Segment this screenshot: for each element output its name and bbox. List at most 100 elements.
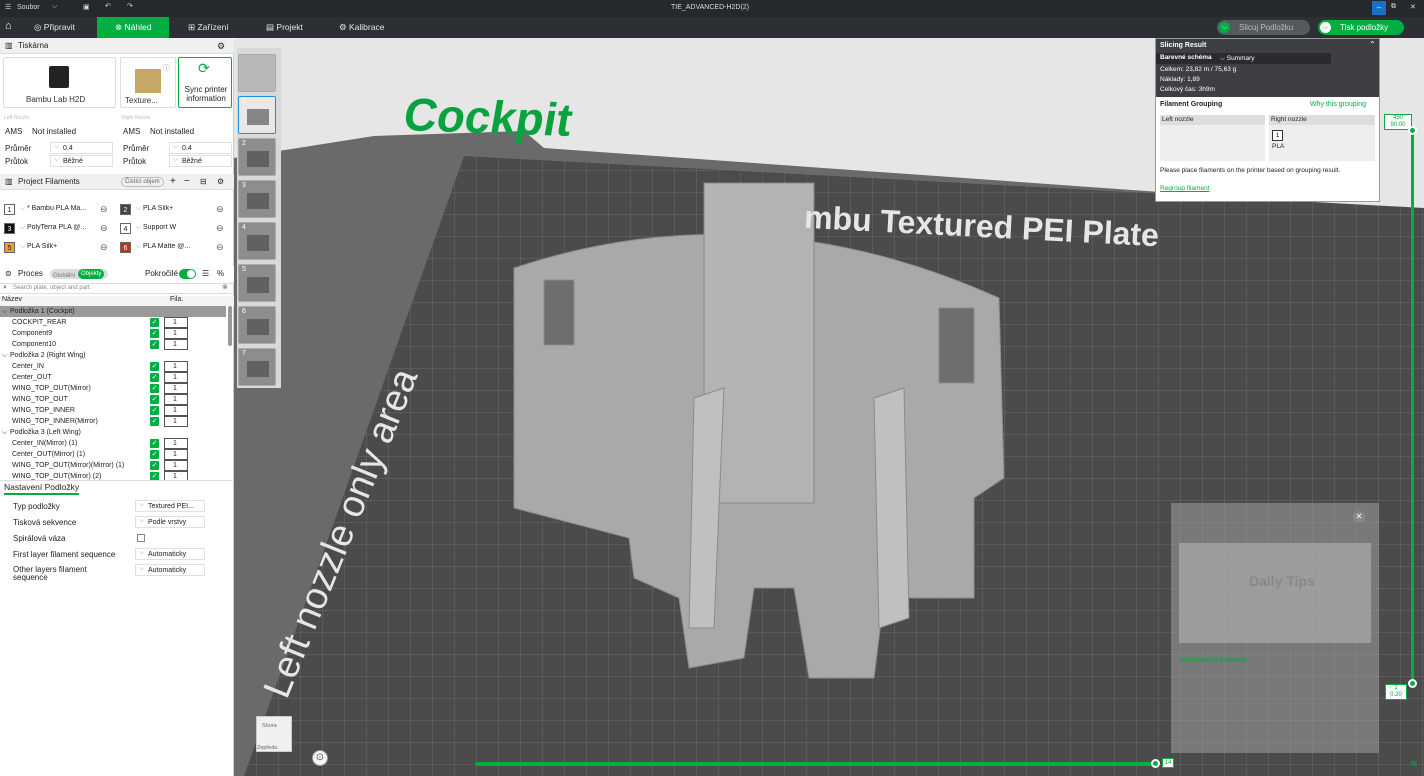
sync-printer-button[interactable]: ⟳ Sync printer information <box>178 57 232 108</box>
filament-item[interactable]: 3 ⌵ PolyTerra PLA @... ⊖ <box>4 222 114 236</box>
redo-icon[interactable]: ↷ <box>127 2 133 10</box>
remove-filament-icon[interactable]: ⊖ <box>100 223 108 234</box>
view-cube[interactable]: Shora Zepředu <box>256 716 292 752</box>
filament-name[interactable]: PLA Matte @... <box>143 243 213 250</box>
why-grouping-link[interactable]: Why this grouping <box>1310 101 1366 108</box>
plate-thumbnail[interactable]: 5 <box>238 264 276 302</box>
plate-setting-select[interactable]: Textured PEI... <box>135 499 205 512</box>
visible-checkbox[interactable]: ✓ <box>150 450 159 459</box>
chevron-down-icon[interactable]: ⌵ <box>20 205 25 213</box>
plate-thumbnail[interactable]: 7 <box>238 348 276 386</box>
chevron-down-icon[interactable]: ⌵ <box>20 243 25 251</box>
global-option[interactable]: Globální <box>53 268 75 284</box>
chevron-down-icon[interactable]: ⌵ <box>2 427 7 438</box>
filament-index[interactable]: 1 <box>164 416 188 427</box>
collapse-icon[interactable]: ⌃ <box>1369 40 1376 49</box>
tab-calibration[interactable]: ⚙ Kalibrace <box>335 17 405 38</box>
remove-filament-icon[interactable]: ⊖ <box>216 204 224 215</box>
remove-filament-icon[interactable]: ⊖ <box>216 242 224 253</box>
filament-name[interactable]: PLA Silk+ <box>27 243 97 250</box>
clear-search-icon[interactable]: ⊗ <box>222 283 228 291</box>
plate-tree-node[interactable]: ⌵ Podložka 1 (Cockpit) <box>0 306 226 317</box>
filament-index[interactable]: 1 <box>164 394 188 405</box>
filament-item[interactable]: 6 ⌵ PLA Matte @... ⊖ <box>120 241 230 255</box>
move-slider-handle[interactable] <box>1151 759 1160 768</box>
visible-checkbox[interactable]: ✓ <box>150 340 159 349</box>
object-tree-node[interactable]: COCKPIT_REAR ✓ 1 <box>0 317 226 328</box>
object-tree-node[interactable]: WING_TOP_OUT ✓ 1 <box>0 394 226 405</box>
filament-name[interactable]: * Bambu PLA Ma... <box>27 205 97 212</box>
filament-slot-number[interactable]: 5 <box>4 242 15 253</box>
object-tree-node[interactable]: WING_TOP_OUT(Mirror) ✓ 1 <box>0 383 226 394</box>
object-search[interactable]: ⌕ Search plate, object and part. ⊗ <box>0 283 234 294</box>
gear-icon[interactable]: ⚙ <box>217 38 225 54</box>
plate-thumbnail[interactable]: 2 <box>238 138 276 176</box>
filament-index[interactable]: 1 <box>164 438 188 449</box>
remove-filament-icon[interactable]: ⊖ <box>100 204 108 215</box>
object-tree-node[interactable]: WING_TOP_INNER(Mirror) ✓ 1 <box>0 416 226 427</box>
filament-slot-number[interactable]: 2 <box>120 204 131 215</box>
filament-index[interactable]: 1 <box>164 339 188 350</box>
chevron-down-icon[interactable]: ⌵ <box>20 224 25 232</box>
object-tree-node[interactable]: Center_IN(Mirror) (1) ✓ 1 <box>0 438 226 449</box>
plate-settings-tab[interactable]: Nastavení Podložky <box>4 482 80 495</box>
visible-checkbox[interactable]: ✓ <box>150 362 159 371</box>
percent-icon[interactable]: % <box>217 266 224 282</box>
tree-scrollbar[interactable] <box>228 306 232 346</box>
layer-slider-track[interactable] <box>1411 130 1414 684</box>
sync-ams-icon[interactable]: ⊟ <box>200 174 207 190</box>
plate-tree-node[interactable]: ⌵ Podložka 2 (Right Wing) <box>0 350 226 361</box>
camera-reset-icon[interactable]: ⊙ <box>312 750 328 766</box>
chevron-down-icon[interactable]: ⌵ <box>136 224 141 232</box>
right-diameter-select[interactable]: 0.4 <box>169 141 232 154</box>
plate-thumbnail[interactable]: 6 <box>238 306 276 344</box>
filament-index[interactable]: 1 <box>164 361 188 372</box>
object-tree-node[interactable]: Center_IN ✓ 1 <box>0 361 226 372</box>
filament-item[interactable]: 4 ⌵ Support W ⊖ <box>120 222 230 236</box>
filament-index[interactable]: 1 <box>164 449 188 460</box>
remove-filament-button[interactable]: − <box>184 174 190 190</box>
plate-setting-select[interactable]: Podle vrstvy <box>135 515 205 528</box>
filament-name[interactable]: PLA Silk+ <box>143 205 213 212</box>
list-icon[interactable]: ☰ <box>202 266 209 282</box>
object-tree-node[interactable]: WING_TOP_OUT(Mirror) (2) ✓ 1 <box>0 471 226 480</box>
plate-thumbnail[interactable]: 4 <box>238 222 276 260</box>
color-scheme-select[interactable]: ⌵ Summary <box>1220 55 1255 63</box>
remove-filament-icon[interactable]: ⊖ <box>100 242 108 253</box>
flush-volume-button[interactable]: Čistící objem <box>121 177 164 187</box>
visible-checkbox[interactable]: ✓ <box>150 472 159 480</box>
filament-index[interactable]: 1 <box>164 383 188 394</box>
filament-name[interactable]: PolyTerra PLA @... <box>27 224 97 231</box>
visible-checkbox[interactable]: ✓ <box>150 318 159 327</box>
chevron-down-icon[interactable]: ⌵ <box>136 243 141 251</box>
home-icon[interactable]: ⌂ <box>5 20 12 32</box>
left-diameter-select[interactable]: 0.4 <box>50 141 113 154</box>
plate-setting-select[interactable]: Automaticky <box>135 547 205 560</box>
restore-button[interactable]: ⧉ <box>1391 3 1396 11</box>
view-cube-top[interactable]: Shora <box>262 723 277 729</box>
menu-icon[interactable]: ☰ <box>5 3 11 11</box>
tab-device[interactable]: ⊞ Zařízení <box>184 17 254 38</box>
move-slider-track[interactable] <box>475 762 1155 766</box>
info-icon[interactable]: ⓘ <box>163 63 170 73</box>
plate-thumbnail[interactable]: 1 <box>238 96 276 134</box>
file-menu[interactable]: Soubor <box>17 4 40 11</box>
filament-item[interactable]: 5 ⌵ PLA Silk+ ⊖ <box>4 241 114 255</box>
filament-index[interactable]: 1 <box>164 405 188 416</box>
left-flow-select[interactable]: Běžné <box>50 154 113 167</box>
object-tree-node[interactable]: Component10 ✓ 1 <box>0 339 226 350</box>
daily-tips-subtitle[interactable]: Automatická kalibrace <box>1179 657 1247 664</box>
layer-top-handle[interactable] <box>1408 126 1417 135</box>
filament-item[interactable]: 2 ⌵ PLA Silk+ ⊖ <box>120 203 230 217</box>
gear-icon[interactable]: ⚙ <box>217 174 224 190</box>
right-flow-select[interactable]: Běžné <box>169 154 232 167</box>
filament-slot-number[interactable]: 6 <box>120 242 131 253</box>
chevron-down-icon[interactable]: ⌵ <box>2 350 7 361</box>
regroup-filament-link[interactable]: Regroup filament <box>1160 185 1210 192</box>
plate-select[interactable]: ⓘ Texture... <box>120 57 176 108</box>
filament-slot-number[interactable]: 4 <box>120 223 131 234</box>
save-icon[interactable]: ▣ <box>83 3 90 11</box>
advanced-toggle[interactable] <box>179 269 196 279</box>
chevron-down-icon[interactable]: ⌵ <box>136 205 141 213</box>
tab-preview[interactable]: ⊗ Náhled <box>97 17 169 38</box>
